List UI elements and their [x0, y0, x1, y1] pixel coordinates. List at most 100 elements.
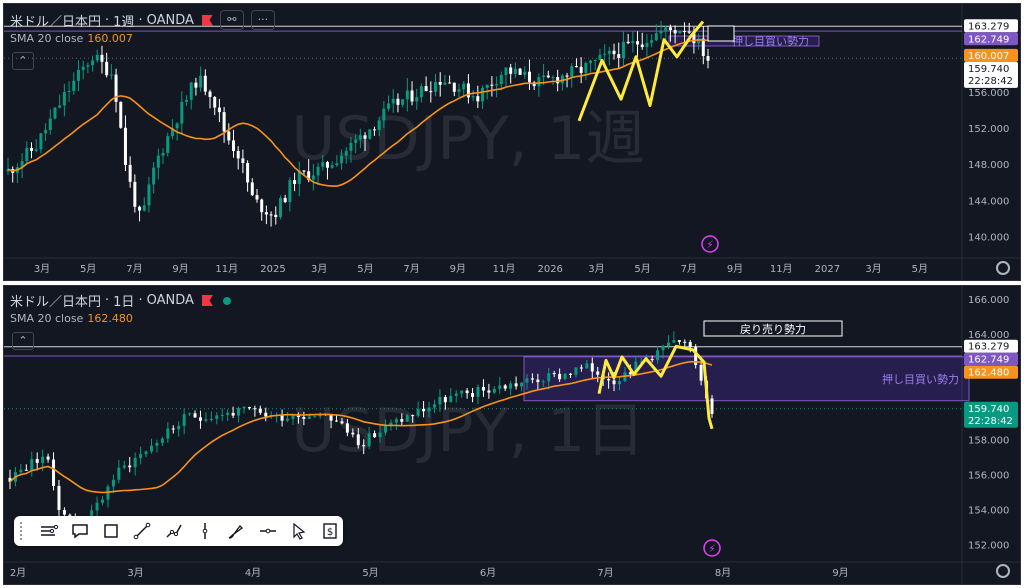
price-tick-label: 140.000: [968, 232, 1009, 243]
rectangle-icon[interactable]: [98, 520, 123, 542]
path-icon[interactable]: [161, 520, 186, 542]
candle-body: [509, 383, 513, 389]
candle-body: [542, 75, 546, 78]
candle-body: [255, 195, 259, 200]
candle-body: [72, 80, 76, 91]
time-axis-label: 7月: [126, 263, 142, 275]
time-axis-label: 8月: [715, 567, 731, 579]
candle-body: [335, 163, 339, 166]
candle-body: [335, 420, 339, 422]
candle-body: [109, 74, 113, 76]
candle-body: [541, 381, 545, 383]
line-icon[interactable]: [130, 520, 155, 542]
candle-body: [487, 390, 491, 393]
horizontal-ray-icon[interactable]: [255, 520, 280, 542]
symbol-legend-daily[interactable]: 米ドル／日本円 · 1日 · OANDA: [10, 291, 231, 310]
collapse-legend-button[interactable]: ⌃: [12, 332, 34, 350]
candle-body: [344, 150, 348, 156]
candle-body: [547, 373, 551, 382]
cursor-icon[interactable]: [286, 520, 311, 542]
watermark-text: USDJPY, 1週: [291, 104, 645, 174]
candle-body: [138, 206, 142, 211]
candle-body: [621, 41, 625, 59]
drag-handle-icon[interactable]: [20, 522, 28, 540]
candle-body: [204, 419, 208, 421]
candle-body: [220, 414, 224, 416]
candle-body: [434, 82, 438, 92]
time-axis-label: 11月: [215, 263, 238, 275]
candle-body: [394, 419, 398, 423]
candle-body: [356, 434, 360, 446]
candle-body: [659, 30, 663, 34]
candle-body: [552, 373, 556, 375]
candle-body: [411, 415, 415, 417]
candle-body: [438, 82, 442, 85]
candle-body: [495, 84, 499, 86]
candle-body: [536, 379, 540, 383]
candle-body: [180, 101, 184, 124]
lightning-glyph: ⚡: [708, 544, 715, 555]
candle-body: [668, 27, 672, 31]
sma-legend[interactable]: SMA 20 close 160.007: [10, 32, 133, 45]
candle-body: [293, 180, 297, 184]
candle-body: [598, 54, 602, 60]
candle-body: [246, 162, 250, 183]
candle-body: [492, 388, 496, 393]
candle-body: [452, 82, 456, 92]
candle-body: [313, 416, 317, 418]
collapse-legend-button[interactable]: ⌃: [12, 52, 34, 70]
candle-body: [688, 342, 692, 348]
candle-body: [454, 393, 458, 396]
candle-body: [661, 345, 665, 351]
candle-body: [330, 165, 334, 168]
symbol-name[interactable]: 米ドル／日本円: [10, 11, 101, 30]
buy-zone-label: 押し目買い勢力: [882, 372, 959, 386]
time-axis-label: 3月: [311, 263, 327, 275]
candle-body: [194, 82, 198, 88]
trend-lines-icon[interactable]: [36, 520, 61, 542]
sma-legend-daily[interactable]: SMA 20 close 162.480: [10, 312, 133, 325]
candle-body: [95, 54, 99, 61]
candle-body: [19, 469, 23, 473]
more-icon[interactable]: ···: [250, 10, 275, 30]
candle-body: [400, 419, 404, 422]
symbol-legend[interactable]: 米ドル／日本円 · 1週 · OANDA ⚯ ···: [10, 10, 275, 30]
settings-gear-icon[interactable]: [996, 261, 1010, 275]
candle-body: [278, 197, 282, 218]
candle-body: [111, 479, 115, 487]
candle-body: [556, 77, 560, 84]
candle-body: [155, 442, 159, 446]
link-icon[interactable]: ⚯: [219, 10, 244, 30]
settings-gear-icon[interactable]: [996, 564, 1010, 578]
candle-body: [264, 212, 268, 215]
price-tick-label: 156.000: [968, 470, 1009, 481]
price-range-icon[interactable]: $: [318, 520, 343, 542]
candle-body: [460, 390, 464, 394]
candle-body: [617, 54, 621, 59]
candle-body: [46, 456, 50, 460]
time-axis-label: 5月: [362, 567, 378, 579]
drawing-toolbar[interactable]: $: [14, 516, 343, 546]
weekly-chart-canvas[interactable]: USDJPY, 1週 156.000 152.000 148.000 144.000 14…: [4, 4, 1020, 280]
flag-icon[interactable]: [201, 295, 213, 306]
flag-icon[interactable]: [201, 14, 213, 26]
chart-window: { "symbol":{"name":"米ドル／日本円","broker":"O…: [0, 0, 1024, 588]
brush-icon[interactable]: [224, 520, 249, 542]
candle-body: [349, 142, 353, 151]
sma-name: SMA 20 close: [10, 32, 84, 45]
time-axis-label: 2027: [815, 264, 840, 275]
symbol-name-daily[interactable]: 米ドル／日本円: [10, 291, 101, 310]
time-axis-label: 11月: [493, 263, 516, 275]
vertical-line-icon[interactable]: [192, 520, 217, 542]
candle-body: [329, 415, 333, 421]
sma-name-daily: SMA 20 close: [10, 312, 84, 325]
candle-body: [650, 40, 654, 43]
time-axis-label: 5月: [80, 263, 96, 275]
candle-body: [513, 68, 517, 74]
candle-body: [302, 170, 306, 172]
annotation-icon[interactable]: [67, 520, 92, 542]
weekly-chart-panel[interactable]: USDJPY, 1週 156.000 152.000 148.000 144.000 14…: [3, 3, 1021, 281]
time-axis-label: 9月: [172, 263, 188, 275]
price-badge-text: 159.740: [968, 64, 1009, 75]
candle-body: [373, 433, 377, 438]
